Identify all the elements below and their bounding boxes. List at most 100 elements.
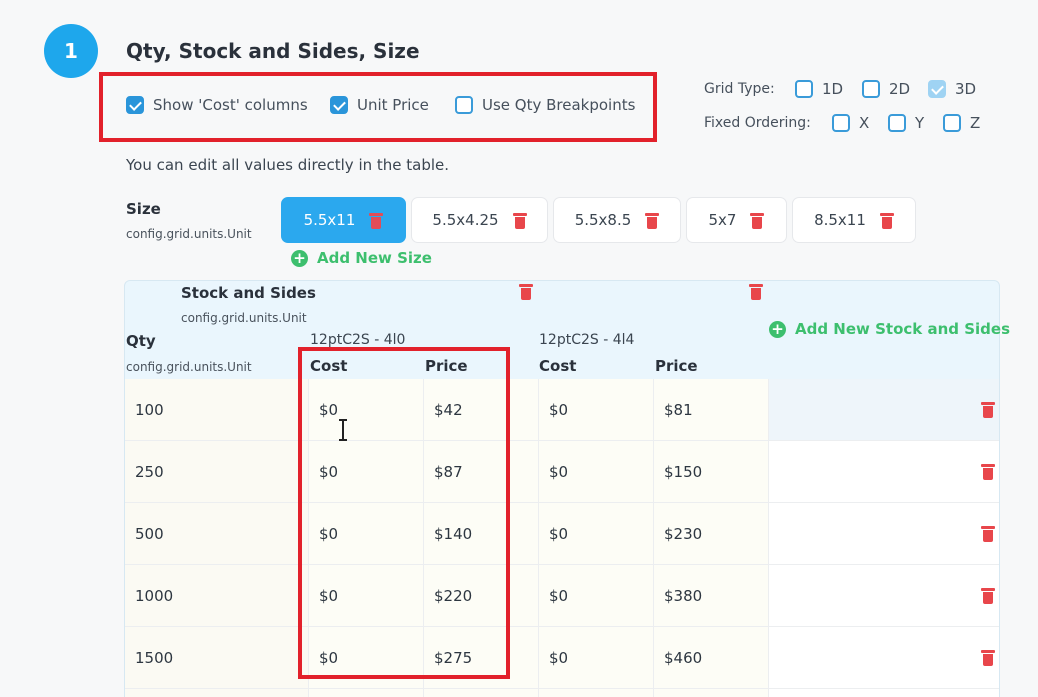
size-tab-label: 5.5x4.25 xyxy=(432,211,499,229)
qty-sublabel: config.grid.units.Unit xyxy=(126,360,252,374)
size-tab-8.5x11[interactable]: 8.5x11 xyxy=(792,197,916,243)
grid-type-1d-checkbox[interactable] xyxy=(795,80,813,98)
qty-cell[interactable]: 1000 xyxy=(125,565,309,626)
qty-breakpoints-label: Use Qty Breakpoints xyxy=(482,96,636,114)
size-tab-5.5x8.5[interactable]: 5.5x8.5 xyxy=(553,197,681,243)
size-tab-label: 5.5x11 xyxy=(303,211,356,229)
trash-icon[interactable] xyxy=(369,212,384,229)
cost-cell[interactable]: $0 xyxy=(539,441,654,502)
price-cell[interactable]: $380 xyxy=(654,565,769,626)
stock-column-2-name: 12ptC2S - 4l4 xyxy=(539,332,635,348)
step-number-badge: 1 xyxy=(44,24,98,78)
add-new-size-label: Add New Size xyxy=(317,249,432,267)
add-new-stock-sides-label: Add New Stock and Sides xyxy=(795,320,1011,338)
unit-price-checkbox[interactable] xyxy=(330,96,348,114)
size-tab-label: 5.5x8.5 xyxy=(574,211,632,229)
qty-cell[interactable] xyxy=(125,689,309,697)
price-cell[interactable]: $460 xyxy=(654,627,769,688)
plus-circle-icon: + xyxy=(769,320,786,338)
cost-cell[interactable]: $0 xyxy=(539,503,654,564)
grid-type-1d-label: 1D xyxy=(822,80,844,98)
trash-icon[interactable] xyxy=(981,401,995,418)
table-row: 100 $0 $42 $0 $81 xyxy=(125,379,999,441)
row-action-cell xyxy=(769,441,999,502)
size-label: Size xyxy=(126,200,161,218)
grid-type-label: Grid Type: xyxy=(704,81,775,97)
price-cell[interactable]: $150 xyxy=(654,441,769,502)
fixed-ordering-x-label: X xyxy=(859,114,870,132)
qty-breakpoints-checkbox[interactable] xyxy=(455,96,473,114)
price-cell[interactable] xyxy=(654,689,769,697)
table-row: 1000 $0 $220 $0 $380 xyxy=(125,565,999,627)
table-row xyxy=(125,689,999,697)
edit-hint-text: You can edit all values directly in the … xyxy=(126,156,450,174)
row-action-cell xyxy=(769,503,999,564)
unit-price-option[interactable]: Unit Price xyxy=(330,96,429,114)
text-cursor-icon xyxy=(339,419,347,441)
trash-icon[interactable] xyxy=(981,463,995,480)
cost-price-highlight-box xyxy=(298,347,510,679)
add-new-stock-sides-button[interactable]: + Add New Stock and Sides xyxy=(769,320,1010,338)
qty-breakpoints-option[interactable]: Use Qty Breakpoints xyxy=(455,96,635,114)
fixed-ordering-z[interactable]: Z xyxy=(943,114,980,132)
trash-icon[interactable] xyxy=(750,212,765,229)
size-sublabel: config.grid.units.Unit xyxy=(126,227,252,241)
unit-price-label: Unit Price xyxy=(357,96,429,114)
qty-label: Qty xyxy=(126,332,156,350)
grid-type-2d[interactable]: 2D xyxy=(862,80,910,98)
trash-icon[interactable] xyxy=(981,649,995,666)
trash-icon[interactable] xyxy=(981,525,995,542)
cost-cell[interactable]: $0 xyxy=(539,627,654,688)
qty-cell[interactable]: 1500 xyxy=(125,627,309,688)
price-cell[interactable] xyxy=(424,689,539,697)
fixed-ordering-z-checkbox[interactable] xyxy=(943,114,961,132)
price-cell[interactable]: $230 xyxy=(654,503,769,564)
qty-cell[interactable]: 100 xyxy=(125,379,309,440)
add-new-size-button[interactable]: + Add New Size xyxy=(291,249,432,267)
grid-type-3d[interactable]: 3D xyxy=(928,80,976,98)
grid-type-2d-checkbox[interactable] xyxy=(862,80,880,98)
size-tab-label: 8.5x11 xyxy=(814,211,866,229)
price-header-2: Price xyxy=(655,357,698,375)
cost-cell[interactable]: $0 xyxy=(539,565,654,626)
grid-type-1d[interactable]: 1D xyxy=(795,80,843,98)
trash-icon[interactable] xyxy=(512,212,527,229)
stock-column-1-name: 12ptC2S - 4l0 xyxy=(310,332,406,348)
size-tab-5.5x11[interactable]: 5.5x11 xyxy=(281,197,406,243)
price-cell[interactable]: $81 xyxy=(654,379,769,440)
section-title: Qty, Stock and Sides, Size xyxy=(126,39,420,63)
table-row: 1500 $0 $275 $0 $460 xyxy=(125,627,999,689)
show-cost-checkbox[interactable] xyxy=(126,96,144,114)
table-row: 500 $0 $140 $0 $230 xyxy=(125,503,999,565)
qty-cell[interactable]: 500 xyxy=(125,503,309,564)
trash-icon[interactable] xyxy=(879,212,894,229)
show-cost-option[interactable]: Show 'Cost' columns xyxy=(126,96,308,114)
fixed-ordering-x-checkbox[interactable] xyxy=(832,114,850,132)
size-tab-5.5x4.25[interactable]: 5.5x4.25 xyxy=(411,197,548,243)
fixed-ordering-y-label: Y xyxy=(915,114,925,132)
size-tab-label: 5x7 xyxy=(708,211,737,229)
qty-cell[interactable]: 250 xyxy=(125,441,309,502)
stock-sides-sublabel: config.grid.units.Unit xyxy=(181,311,307,325)
fixed-ordering-label: Fixed Ordering: xyxy=(704,115,811,131)
cost-header-2: Cost xyxy=(539,357,577,375)
fixed-ordering-y-checkbox[interactable] xyxy=(888,114,906,132)
table-row: 250 $0 $87 $0 $150 xyxy=(125,441,999,503)
grid-type-3d-label: 3D xyxy=(955,80,977,98)
trash-icon[interactable] xyxy=(645,212,660,229)
cost-cell[interactable]: $0 xyxy=(539,379,654,440)
row-action-cell xyxy=(769,627,999,688)
plus-circle-icon: + xyxy=(291,249,308,267)
grid-type-3d-checkbox[interactable] xyxy=(928,80,946,98)
row-action-cell xyxy=(769,565,999,626)
show-cost-label: Show 'Cost' columns xyxy=(153,96,308,114)
size-tab-5x7[interactable]: 5x7 xyxy=(686,197,787,243)
fixed-ordering-z-label: Z xyxy=(970,114,981,132)
trash-icon[interactable] xyxy=(981,587,995,604)
cost-cell[interactable] xyxy=(539,689,654,697)
cost-cell[interactable] xyxy=(309,689,424,697)
fixed-ordering-y[interactable]: Y xyxy=(888,114,924,132)
fixed-ordering-x[interactable]: X xyxy=(832,114,869,132)
stock-sides-label: Stock and Sides xyxy=(181,284,316,302)
grid-type-2d-label: 2D xyxy=(889,80,911,98)
